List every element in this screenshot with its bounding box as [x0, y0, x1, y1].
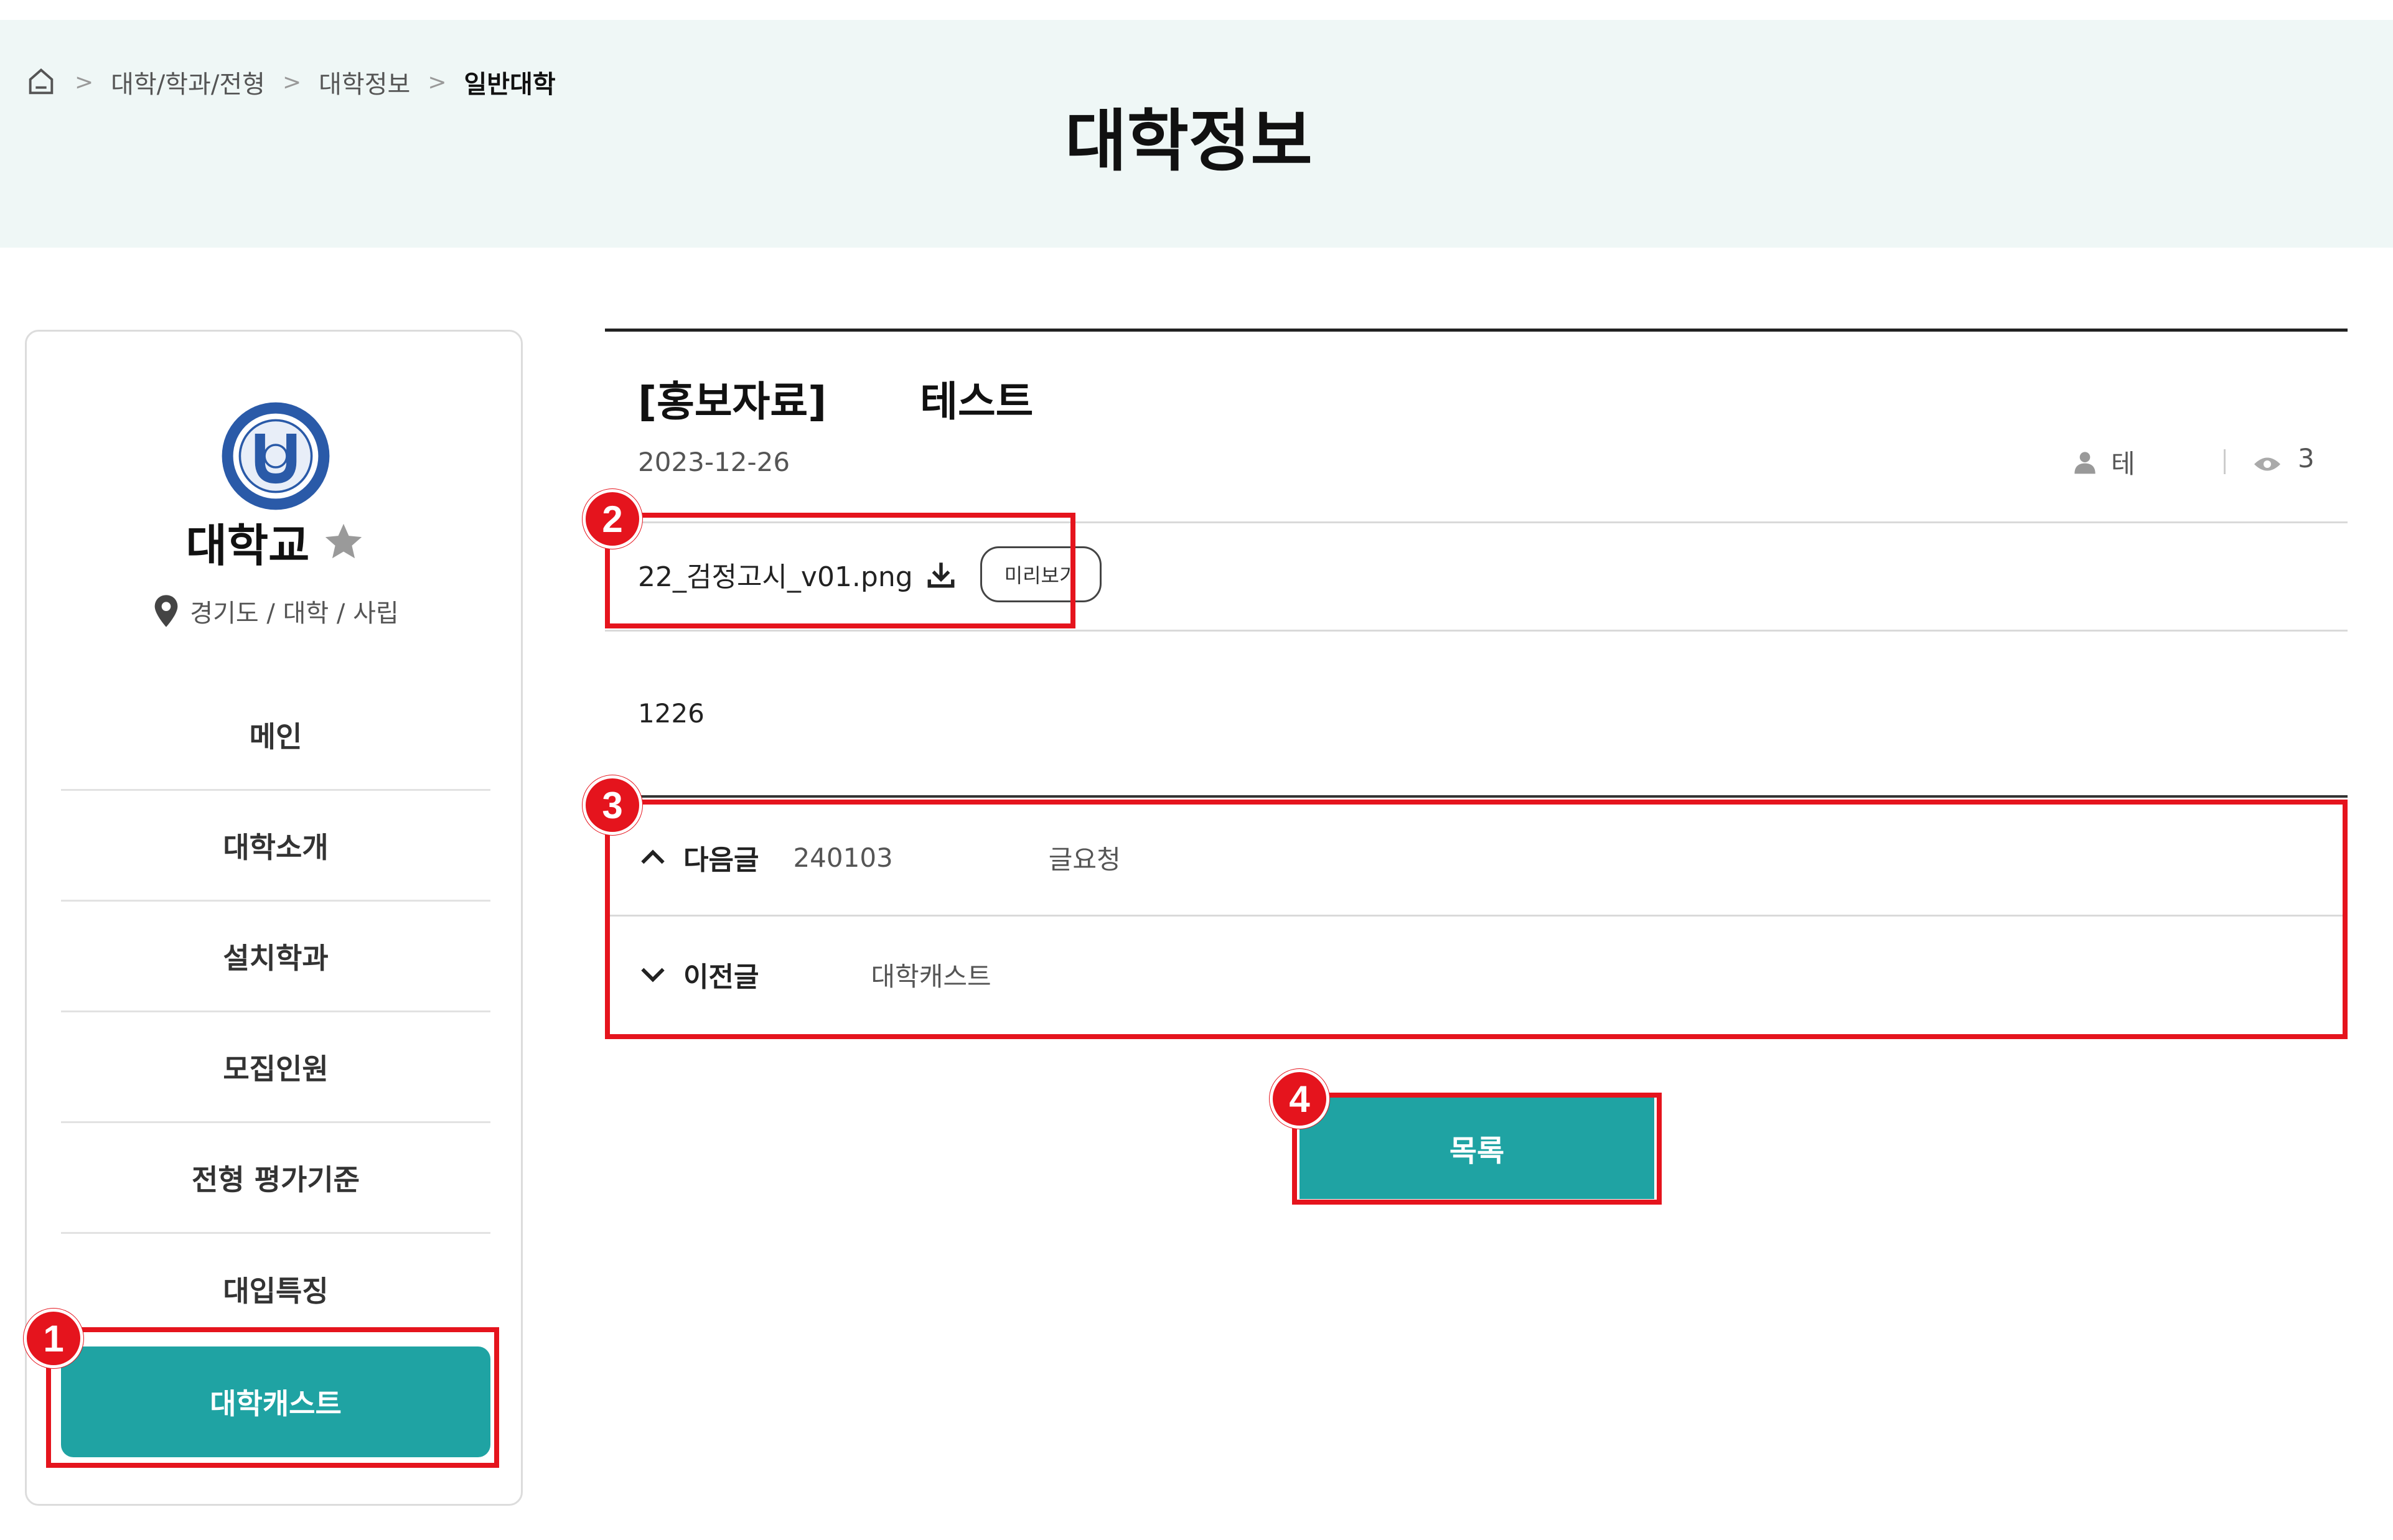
breadcrumb-current: 일반대학	[464, 70, 556, 99]
home-icon[interactable]	[25, 66, 57, 98]
annotation-box-2	[605, 513, 1075, 628]
star-icon[interactable]	[322, 520, 365, 564]
university-name: 대학교	[185, 520, 310, 572]
person-icon	[2072, 450, 2097, 475]
annotation-badge-4: 4	[1270, 1069, 1329, 1129]
post-date: 2023-12-26	[638, 447, 790, 477]
annotation-box-3	[605, 800, 2348, 1039]
post-views: 3	[2253, 443, 2315, 474]
annotation-box-4	[1292, 1093, 1662, 1205]
location-pin-icon	[152, 594, 180, 628]
sidebar-item-departments[interactable]: 설치학과	[61, 902, 490, 1012]
chevron-right-icon: >	[428, 69, 447, 95]
page-title: 대학정보	[1065, 103, 1313, 180]
university-seal-logo	[220, 400, 332, 512]
view-count: 3	[2298, 443, 2315, 474]
author-name: 테	[2111, 449, 2135, 479]
location-text: 경기도 / 대학 / 사립	[190, 599, 399, 628]
sidebar-item-criteria[interactable]: 전형 평가기준	[61, 1123, 490, 1234]
university-location: 경기도 / 대학 / 사립	[27, 593, 525, 629]
annotation-badge-3: 3	[583, 775, 642, 835]
post-title-text: 테스트	[920, 378, 1034, 426]
sidebar-menu: 메인 대학소개 설치학과 모집인원 전형 평가기준 대입특징	[61, 680, 490, 1345]
sidebar-item-main[interactable]: 메인	[61, 680, 490, 791]
breadcrumb-item[interactable]: 대학정보	[319, 64, 410, 100]
post-category: [홍보자료]	[638, 378, 827, 426]
annotation-badge-2: 2	[583, 489, 642, 549]
chevron-right-icon: >	[75, 69, 94, 95]
post-body: 1226	[638, 698, 705, 729]
sidebar-item-recruitment[interactable]: 모집인원	[61, 1012, 490, 1123]
divider	[605, 795, 2348, 798]
sidebar-item-intro[interactable]: 대학소개	[61, 791, 490, 902]
content-top-border	[605, 329, 2348, 332]
breadcrumb: > 대학/학과/전형 > 대학정보 > 일반대학	[25, 62, 556, 102]
annotation-box-1	[46, 1327, 499, 1468]
eye-icon	[2253, 449, 2282, 470]
annotation-badge-1: 1	[24, 1309, 83, 1368]
post-author: 테	[2072, 443, 2135, 481]
breadcrumb-item[interactable]: 대학/학과/전형	[111, 64, 265, 100]
meta-divider	[2224, 449, 2226, 474]
post-title: [홍보자료] 테스트	[638, 368, 1033, 428]
divider	[605, 630, 2348, 632]
university-name-row: 대학교	[27, 509, 525, 574]
chevron-right-icon: >	[282, 69, 302, 95]
